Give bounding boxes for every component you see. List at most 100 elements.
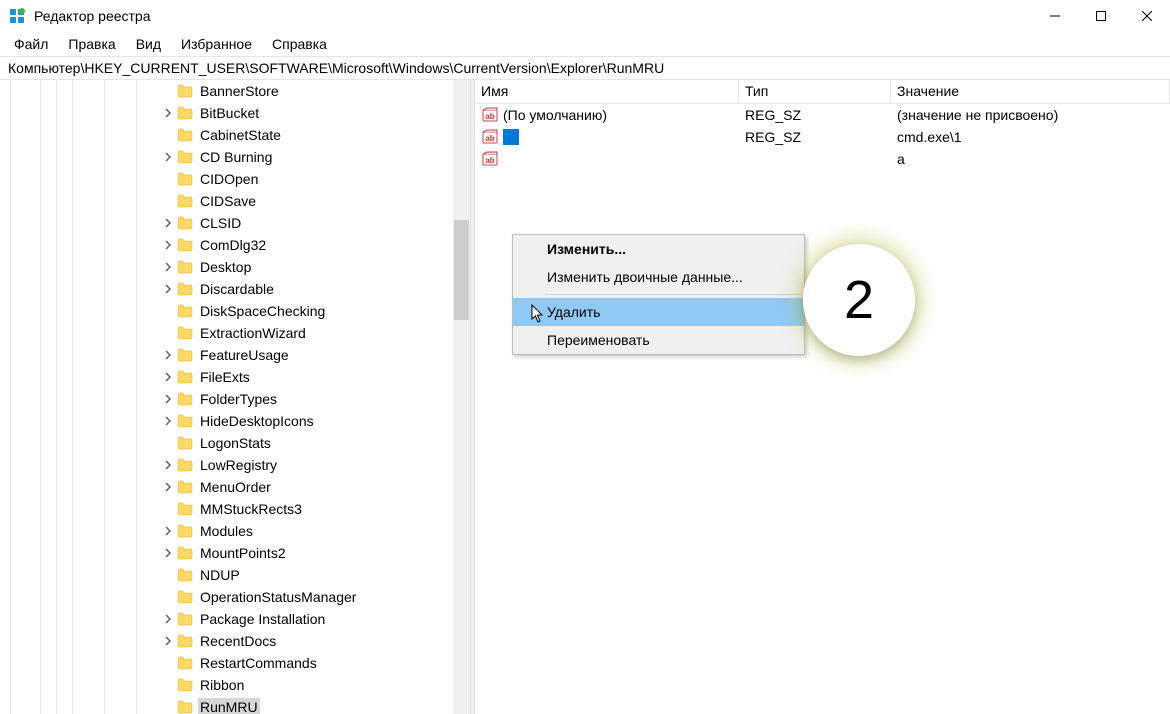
svg-text:ab: ab [485, 112, 494, 121]
tree-item-label: Package Installation [198, 610, 327, 628]
folder-icon [176, 611, 194, 627]
menubar: Файл Правка Вид Избранное Справка [0, 32, 1170, 56]
tree-item-label: Modules [198, 522, 255, 540]
expand-icon[interactable] [160, 457, 176, 473]
folder-icon [176, 523, 194, 539]
close-button[interactable] [1124, 0, 1170, 32]
list-row[interactable]: ab a [475, 148, 1170, 170]
tree-item[interactable]: NDUP [0, 564, 453, 586]
tree-item[interactable]: CD Burning [0, 146, 453, 168]
folder-icon [176, 655, 194, 671]
address-bar[interactable]: Компьютер\HKEY_CURRENT_USER\SOFTWARE\Mic… [0, 56, 1170, 80]
expand-icon[interactable] [160, 523, 176, 539]
tree-item[interactable]: Discardable [0, 278, 453, 300]
context-menu-item[interactable]: Изменить двоичные данные... [513, 263, 804, 291]
expand-icon[interactable] [160, 105, 176, 121]
tree-item-label: ComDlg32 [198, 236, 268, 254]
tree-item[interactable]: MMStuckRects3 [0, 498, 453, 520]
expand-icon[interactable] [160, 545, 176, 561]
list-row[interactable]: ab(По умолчанию)REG_SZ(значение не присв… [475, 104, 1170, 126]
tree-item[interactable]: Modules [0, 520, 453, 542]
tree-item-label: LowRegistry [198, 456, 279, 474]
folder-icon [176, 193, 194, 209]
expand-icon[interactable] [160, 281, 176, 297]
tree-item[interactable]: MountPoints2 [0, 542, 453, 564]
tree-item[interactable]: BannerStore [0, 80, 453, 102]
minimize-button[interactable] [1032, 0, 1078, 32]
tree-item[interactable]: FolderTypes [0, 388, 453, 410]
tree-item[interactable]: CIDOpen [0, 168, 453, 190]
tree-scrollbar-thumb[interactable] [454, 220, 469, 320]
tree-item[interactable]: Package Installation [0, 608, 453, 630]
tree-item-label: MountPoints2 [198, 544, 288, 562]
folder-icon [176, 589, 194, 605]
expand-icon[interactable] [160, 479, 176, 495]
expand-icon[interactable] [160, 391, 176, 407]
tree-item-label: CLSID [198, 214, 243, 232]
col-header-value[interactable]: Значение [891, 80, 1170, 103]
tree-scrollbar[interactable] [453, 80, 470, 714]
tree-item[interactable]: FileExts [0, 366, 453, 388]
list-row[interactable]: ab REG_SZcmd.exe\1 [475, 126, 1170, 148]
expand-icon[interactable] [160, 633, 176, 649]
tree-item[interactable]: DiskSpaceChecking [0, 300, 453, 322]
context-menu-item[interactable]: Переименовать [513, 326, 804, 354]
tree-item[interactable]: CLSID [0, 212, 453, 234]
annotation-number: 2 [844, 269, 874, 331]
folder-icon [176, 501, 194, 517]
maximize-button[interactable] [1078, 0, 1124, 32]
tree-item[interactable]: HideDesktopIcons [0, 410, 453, 432]
tree-item-label: CIDSave [198, 192, 258, 210]
col-header-type[interactable]: Тип [739, 80, 891, 103]
context-menu-item[interactable]: Изменить... [513, 235, 804, 263]
expand-icon[interactable] [160, 369, 176, 385]
folder-icon [176, 237, 194, 253]
menu-separator [545, 294, 802, 295]
tree-item[interactable]: BitBucket [0, 102, 453, 124]
menu-favorites[interactable]: Избранное [171, 34, 262, 54]
folder-icon [176, 369, 194, 385]
window-title: Редактор реестра [34, 8, 1032, 24]
tree-item[interactable]: RecentDocs [0, 630, 453, 652]
string-value-icon: ab [481, 150, 499, 168]
tree-item[interactable]: CIDSave [0, 190, 453, 212]
menu-help[interactable]: Справка [262, 34, 337, 54]
tree-item[interactable]: OperationStatusManager [0, 586, 453, 608]
expand-icon[interactable] [160, 611, 176, 627]
tree-item[interactable]: ComDlg32 [0, 234, 453, 256]
tree-item[interactable]: LogonStats [0, 432, 453, 454]
expand-icon[interactable] [160, 413, 176, 429]
tree-item[interactable]: RestartCommands [0, 652, 453, 674]
tree-item-label: OperationStatusManager [198, 588, 358, 606]
menu-view[interactable]: Вид [126, 34, 171, 54]
tree-item[interactable]: LowRegistry [0, 454, 453, 476]
expand-icon[interactable] [160, 259, 176, 275]
annotation-badge: 2 [803, 244, 915, 356]
value-data: a [891, 151, 1170, 167]
list-header: Имя Тип Значение [475, 80, 1170, 104]
menu-file[interactable]: Файл [4, 34, 58, 54]
value-data: cmd.exe\1 [891, 129, 1170, 145]
tree-item[interactable]: ExtractionWizard [0, 322, 453, 344]
list-pane[interactable]: Имя Тип Значение ab(По умолчанию)REG_SZ(… [475, 80, 1170, 714]
col-header-name[interactable]: Имя [475, 80, 739, 103]
expand-icon[interactable] [160, 237, 176, 253]
tree-item[interactable]: CabinetState [0, 124, 453, 146]
context-menu-item[interactable]: Удалить [513, 298, 804, 326]
expand-icon[interactable] [160, 149, 176, 165]
tree-item[interactable]: RunMRU [0, 696, 453, 714]
main-area: BannerStoreBitBucketCabinetStateCD Burni… [0, 80, 1170, 714]
tree-item[interactable]: MenuOrder [0, 476, 453, 498]
tree-item[interactable]: FeatureUsage [0, 344, 453, 366]
folder-icon [176, 105, 194, 121]
folder-icon [176, 391, 194, 407]
value-data: (значение не присвоено) [891, 107, 1170, 123]
tree-pane[interactable]: BannerStoreBitBucketCabinetStateCD Burni… [0, 80, 470, 714]
expand-icon[interactable] [160, 347, 176, 363]
tree-item[interactable]: Desktop [0, 256, 453, 278]
tree-item[interactable]: Ribbon [0, 674, 453, 696]
folder-icon [176, 677, 194, 693]
menu-edit[interactable]: Правка [58, 34, 125, 54]
string-value-icon: ab [481, 106, 499, 124]
expand-icon[interactable] [160, 215, 176, 231]
